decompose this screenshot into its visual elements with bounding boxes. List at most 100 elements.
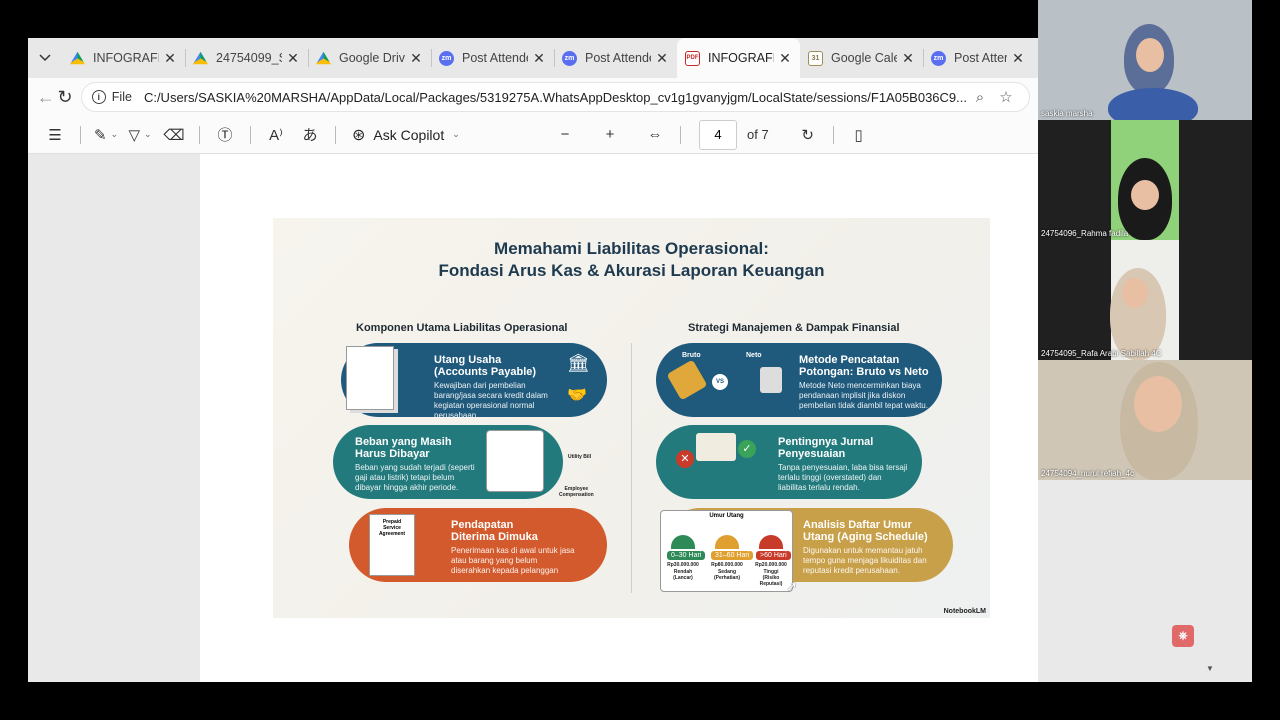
reload-button[interactable]: ↻: [55, 82, 74, 112]
tab-post-attendee-2[interactable]: zm Post Attende ✕: [554, 38, 677, 78]
infographic: Memahami Liabilitas Operasional: Fondasi…: [273, 218, 990, 618]
back-button[interactable]: ←: [36, 82, 55, 112]
participant-name: 24754094_nurul refiah_4c: [1041, 469, 1134, 478]
bucket-label: Rendah (Lancar): [673, 569, 693, 581]
pdf-icon: PDF: [685, 50, 700, 66]
card-title: Utang Usaha (Accounts Payable): [434, 354, 537, 378]
card-description: Digunakan untuk memantau jatuh tempo gun…: [803, 546, 927, 575]
card-title: Metode Pencatatan Potongan: Bruto vs Net…: [799, 354, 929, 378]
url-scheme-label: File: [111, 90, 132, 104]
rotate-icon[interactable]: ↻: [794, 121, 822, 149]
open-book-icon: [696, 433, 736, 461]
face: [1134, 376, 1182, 432]
toolbar-divider: [199, 125, 200, 144]
chevron-down-icon: ⌄: [452, 129, 460, 139]
participant-name: 24754095_Rafa Arabi Sabillah 4C: [1041, 349, 1162, 358]
contents-list-icon[interactable]: ☰: [41, 121, 69, 149]
infographic-title: Memahami Liabilitas Operasional: Fondasi…: [273, 238, 990, 282]
bucket-label: Sedang (Perhatian): [713, 569, 741, 581]
zoom-out-button[interactable]: −: [551, 121, 579, 149]
acrobat-icon[interactable]: ⎈: [1172, 625, 1194, 647]
zoom-icon: zm: [439, 50, 454, 66]
gauge-low: [671, 535, 695, 549]
video-tile-saskia[interactable]: saskia marsha: [1038, 0, 1252, 120]
tab-google-drive[interactable]: Google Drive ✕: [308, 38, 431, 78]
column-divider: [631, 343, 632, 593]
fit-to-width-icon[interactable]: ⇔: [641, 121, 669, 149]
tab-list-dropdown[interactable]: [28, 38, 62, 78]
page-total-label: of 7: [747, 127, 769, 142]
close-icon[interactable]: ✕: [532, 50, 546, 67]
chevron-down-icon: [39, 54, 51, 62]
text-box-icon[interactable]: Ⓣ: [211, 121, 239, 149]
pdf-toolbar: ☰ ✎ ⌄ ▽ ⌄ ⌫ Ⓣ A⁾ あ ⊛ Ask Copilot ⌄ − + ⇔ 4…: [28, 116, 1038, 154]
participant-name: saskia marsha: [1041, 109, 1093, 118]
translate-icon[interactable]: あ: [296, 121, 324, 149]
bruto-label: Bruto: [682, 352, 701, 359]
card-description: Kewajiban dari pembelian barang/jasa sec…: [434, 381, 548, 420]
card-description: Penerimaan kas di awal untuk jasa atau b…: [451, 546, 575, 575]
video-tile-nurul[interactable]: 24754094_nurul refiah_4c: [1038, 360, 1252, 480]
tab-post-attendee-1[interactable]: zm Post Attende ✕: [431, 38, 554, 78]
card-description: Metode Neto mencerminkan biaya pendanaan…: [799, 381, 928, 410]
zoom-in-button[interactable]: +: [596, 121, 624, 149]
tab-infografis-pdf[interactable]: PDF INFOGRAFIS ✕: [677, 38, 800, 78]
mouse-cursor-icon: ➚: [786, 578, 798, 594]
tab-title: Post Attende: [585, 51, 651, 65]
aging-chart-title: Umur Utang: [709, 513, 744, 519]
vs-badge: VS: [712, 374, 728, 390]
calculator-icon: [760, 367, 782, 393]
favorite-star-icon[interactable]: ☆: [993, 88, 1019, 106]
close-icon[interactable]: ✕: [163, 50, 177, 67]
card-jurnal-penyesuaian: Pentingnya Jurnal Penyesuaian Tanpa peny…: [656, 425, 922, 499]
tab-title: Post Attende: [462, 51, 528, 65]
aging-chart: Umur Utang 0–30 Hari 31–60 Hari >60 Hari…: [660, 510, 793, 592]
tab-post-attendee-3[interactable]: zm Post Attende ✕: [923, 38, 1033, 78]
toolbar-divider: [250, 125, 251, 144]
google-drive-icon: [70, 51, 85, 65]
close-icon[interactable]: ✕: [409, 50, 423, 67]
close-icon[interactable]: ✕: [901, 50, 915, 67]
close-icon[interactable]: ✕: [1011, 50, 1025, 67]
title-line-2: Fondasi Arus Kas & Akurasi Laporan Keuan…: [438, 261, 825, 280]
close-icon[interactable]: ✕: [778, 50, 792, 67]
tab-title: 24754099_SA: [216, 51, 282, 65]
left-column-heading: Komponen Utama Liabilitas Operasional: [356, 322, 568, 334]
read-aloud-icon[interactable]: A⁾: [262, 121, 290, 149]
tab-title: Post Attende: [954, 51, 1007, 65]
card-description: Beban yang sudah terjadi (seperti gaji a…: [355, 463, 475, 492]
info-icon[interactable]: i: [91, 90, 106, 104]
toolbar-divider: [335, 125, 336, 144]
zoom-search-icon[interactable]: ⌕: [967, 89, 993, 106]
bucket-range: 0–30 Hari: [667, 551, 706, 560]
cross-icon: ✕: [676, 450, 694, 468]
highlight-icon[interactable]: ✎ ⌄: [92, 121, 120, 149]
copilot-label: Ask Copilot: [373, 126, 445, 143]
tab-24754099[interactable]: 24754099_SA ✕: [185, 38, 308, 78]
tab-infografis-drive[interactable]: INFOGRAFIS ✕: [62, 38, 185, 78]
close-icon[interactable]: ✕: [655, 50, 669, 67]
toolbar-divider: [832, 125, 834, 144]
toolbar-divider: [80, 125, 81, 144]
close-icon[interactable]: ✕: [286, 50, 300, 67]
url-text[interactable]: C:/Users/SASKIA%20MARSHA/AppData/Local/P…: [144, 90, 967, 105]
video-tile-rafa[interactable]: 24754095_Rafa Arabi Sabillah 4C: [1038, 240, 1252, 360]
ask-copilot-button[interactable]: ⊛ Ask Copilot ⌄: [352, 125, 460, 145]
page-number-input[interactable]: 4: [699, 119, 737, 150]
card-title: Beban yang Masih Harus Dibayar: [355, 436, 452, 460]
url-field[interactable]: i File C:/Users/SASKIA%20MARSHA/AppData/…: [80, 82, 1030, 112]
tab-google-calendar[interactable]: 31 Google Caler ✕: [800, 38, 923, 78]
eraser-icon[interactable]: ⌫: [160, 121, 188, 149]
page-view-icon[interactable]: ▯: [845, 121, 873, 149]
tab-strip: INFOGRAFIS ✕ 24754099_SA ✕ Google Drive ✕ z…: [28, 38, 1038, 78]
card-metode-pencatatan: Metode Pencatatan Potongan: Bruto vs Net…: [656, 343, 942, 417]
face: [1136, 38, 1164, 72]
bucket-range: 31–60 Hari: [711, 551, 754, 560]
utility-bill-tag: Utility Bill: [568, 454, 592, 460]
video-tile-rahma[interactable]: 24754096_Rahma fadila: [1038, 120, 1252, 240]
price-tag-icon: [666, 359, 708, 401]
draw-icon[interactable]: ▽ ⌄: [126, 121, 154, 149]
viewer-gutter: [1038, 480, 1252, 682]
tab-title: INFOGRAFIS: [93, 51, 159, 65]
scroll-down-arrow-icon[interactable]: ▼: [1206, 664, 1214, 673]
